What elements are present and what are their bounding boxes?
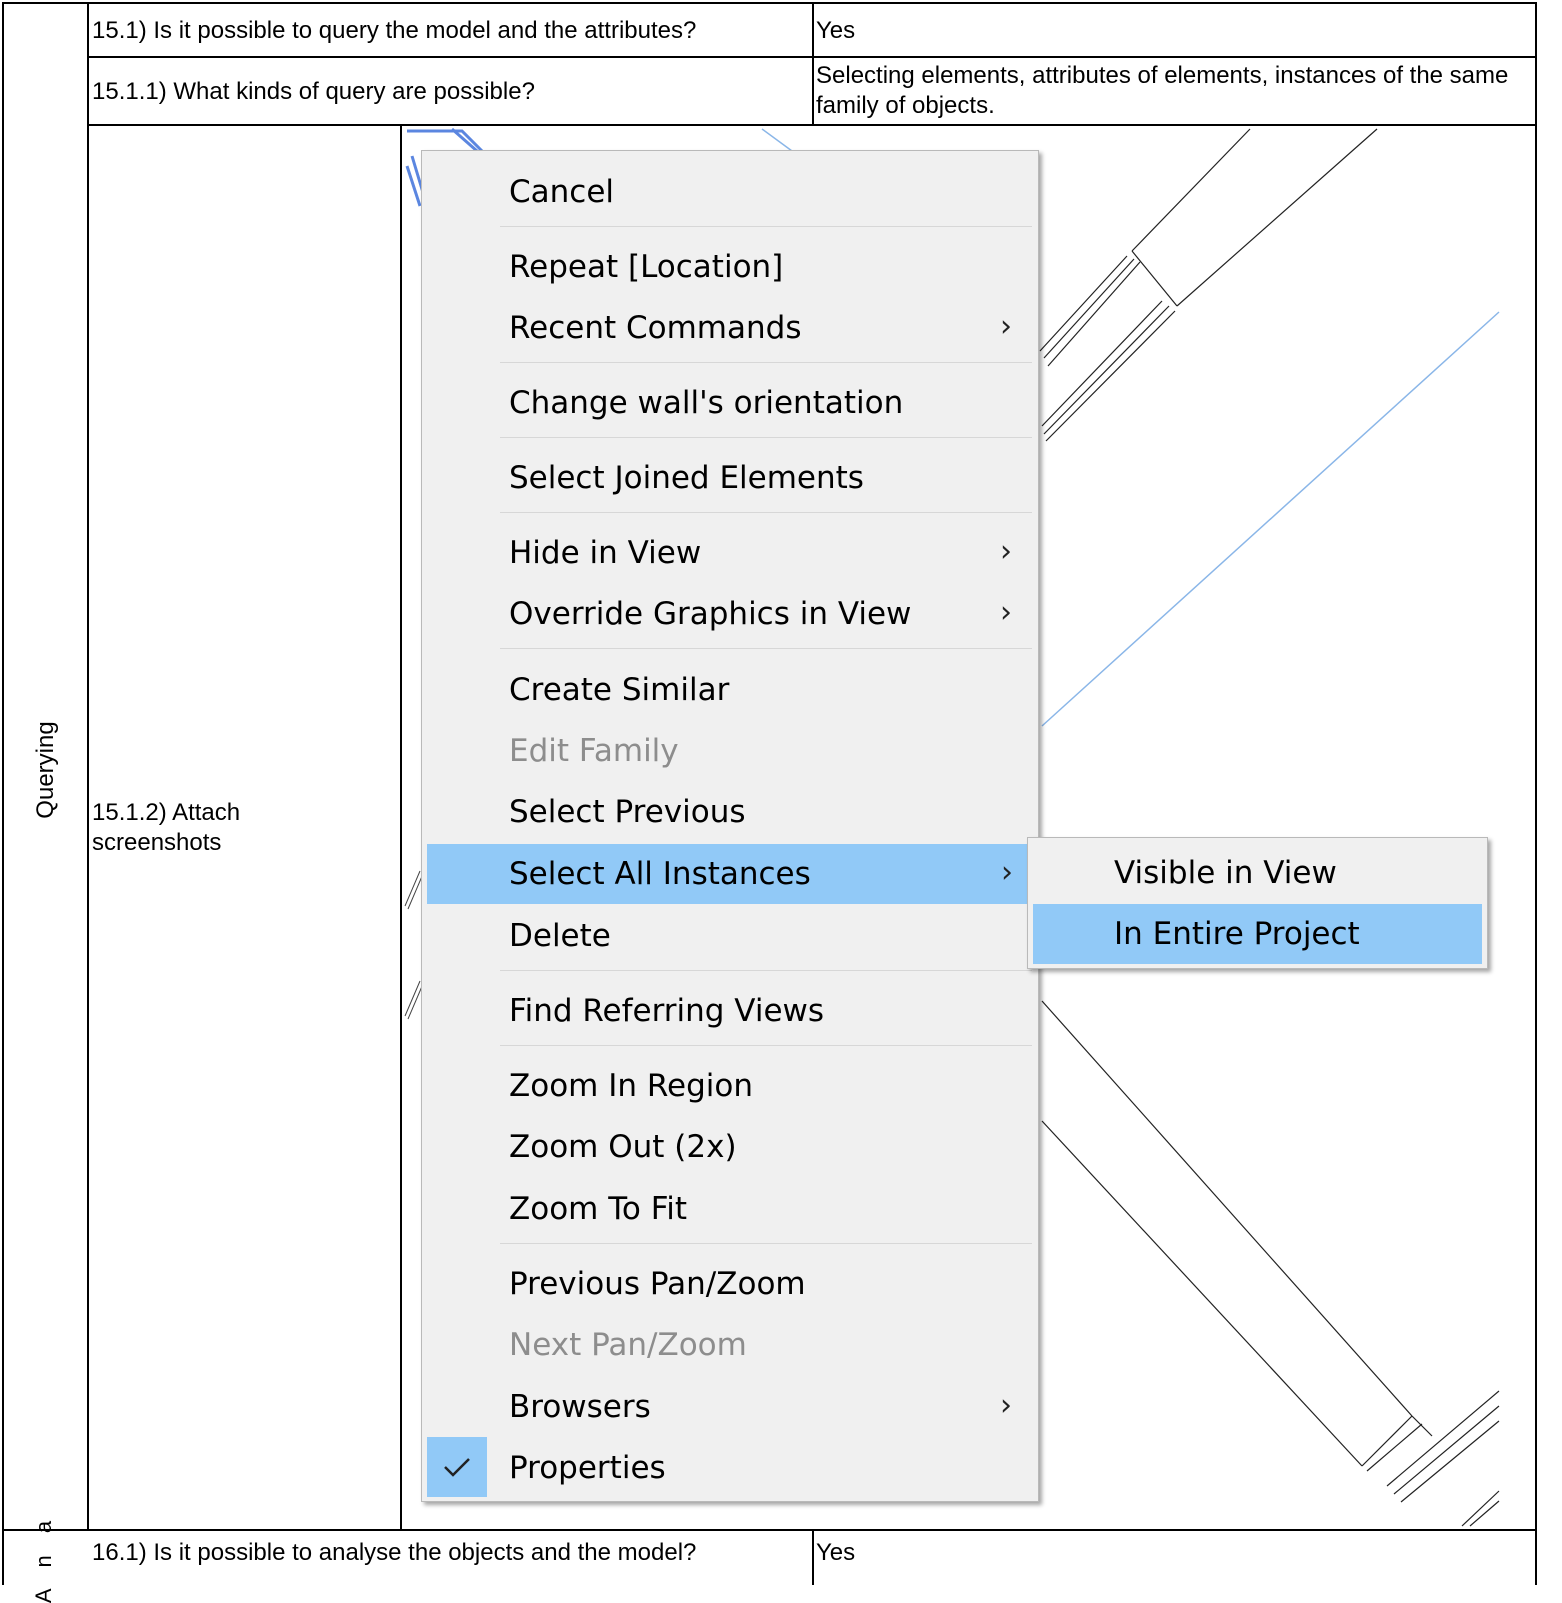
answer-15-1-1: Selecting elements, attributes of elemen…	[816, 62, 1509, 119]
menu-item-zoom-in-region[interactable]: Zoom In Region	[422, 1057, 1034, 1115]
menu-separator	[500, 226, 1032, 227]
chevron-right-icon: ›	[1000, 534, 1012, 569]
menu-item-browsers[interactable]: Browsers ›	[422, 1378, 1034, 1436]
menu-item-zoom-out-2x[interactable]: Zoom Out (2x)	[422, 1118, 1034, 1176]
menu-item-hide-in-view[interactable]: Hide in View ›	[422, 524, 1034, 582]
menu-item-label: Repeat [Location]	[509, 249, 784, 285]
column-divider-1	[87, 2, 89, 1530]
menu-separator	[500, 512, 1032, 513]
menu-item-previous-pan-zoom[interactable]: Previous Pan/Zoom	[422, 1255, 1034, 1313]
menu-item-change-wall-orientation[interactable]: Change wall's orientation	[422, 374, 1034, 432]
submenu-item-in-entire-project[interactable]: In Entire Project	[1033, 904, 1482, 964]
menu-item-recent-commands[interactable]: Recent Commands ›	[422, 299, 1034, 357]
menu-item-label: Select Joined Elements	[509, 460, 864, 496]
menu-separator	[500, 437, 1032, 438]
menu-item-repeat-location[interactable]: Repeat [Location]	[422, 238, 1034, 296]
answer-15-1: Yes	[816, 17, 856, 44]
menu-item-label: Delete	[509, 918, 611, 954]
context-menu: Cancel Repeat [Location] Recent Commands…	[421, 150, 1039, 1502]
menu-item-label: Find Referring Views	[509, 993, 825, 1029]
grid-line-blue-diagonal	[1041, 311, 1500, 727]
menu-item-label: Properties	[509, 1450, 666, 1486]
menu-separator	[500, 1045, 1032, 1046]
question-15-1-1: 15.1.1) What kinds of query are possible…	[92, 78, 535, 105]
menu-item-label: Zoom Out (2x)	[509, 1129, 737, 1165]
menu-item-properties[interactable]: Properties	[422, 1439, 1034, 1497]
section-label-querying: Querying	[32, 721, 59, 819]
column-divider-2b	[812, 1529, 814, 1585]
chevron-right-icon: ›	[1001, 855, 1013, 890]
submenu-item-label: In Entire Project	[1114, 916, 1360, 952]
table-border-left	[2, 2, 4, 1585]
question-15-1-2: 15.1.2) Attach screenshots	[92, 799, 241, 856]
menu-item-create-similar[interactable]: Create Similar	[422, 661, 1034, 719]
question-15-1: 15.1) Is it possible to query the model …	[92, 17, 697, 44]
row-divider-3	[2, 1529, 1537, 1531]
menu-item-label: Previous Pan/Zoom	[509, 1266, 806, 1302]
menu-item-cancel[interactable]: Cancel	[422, 163, 1034, 221]
menu-item-label: Override Graphics in View	[509, 596, 912, 632]
menu-item-select-all-instances[interactable]: Select All Instances ›	[427, 844, 1031, 904]
menu-item-override-graphics-in-view[interactable]: Override Graphics in View ›	[422, 585, 1034, 643]
answer-16-1: Yes	[816, 1539, 856, 1566]
menu-separator	[500, 362, 1032, 363]
menu-item-label: Zoom In Region	[509, 1068, 753, 1104]
chevron-right-icon: ›	[1000, 309, 1012, 344]
menu-item-label: Select All Instances	[509, 856, 811, 892]
menu-item-label: Edit Family	[509, 733, 679, 769]
menu-separator	[500, 970, 1032, 971]
question-16-1: 16.1) Is it possible to analyse the obje…	[92, 1539, 697, 1566]
menu-item-select-previous[interactable]: Select Previous	[422, 783, 1034, 841]
menu-item-delete[interactable]: Delete	[422, 907, 1034, 965]
submenu-select-all-instances: Visible in View In Entire Project	[1027, 837, 1488, 969]
menu-item-label: Cancel	[509, 174, 615, 210]
submenu-item-visible-in-view[interactable]: Visible in View	[1033, 843, 1482, 903]
menu-item-edit-family: Edit Family	[422, 722, 1034, 780]
table-border-right	[1535, 2, 1537, 1585]
upper-wall-lines	[1039, 128, 1378, 442]
menu-item-find-referring-views[interactable]: Find Referring Views	[422, 982, 1034, 1040]
chevron-right-icon: ›	[1000, 595, 1012, 630]
menu-item-label: Next Pan/Zoom	[509, 1327, 747, 1363]
menu-item-label: Create Similar	[509, 672, 730, 708]
menu-item-label: Browsers	[509, 1389, 651, 1425]
menu-item-next-pan-zoom: Next Pan/Zoom	[422, 1316, 1034, 1374]
section-label-analysis: A n a	[31, 1512, 56, 1603]
menu-item-select-joined-elements[interactable]: Select Joined Elements	[422, 449, 1034, 507]
grid-line-blue-top	[761, 128, 793, 152]
menu-item-label: Select Previous	[509, 794, 746, 830]
menu-separator	[500, 1243, 1032, 1244]
menu-item-zoom-to-fit[interactable]: Zoom To Fit	[422, 1180, 1034, 1238]
menu-item-label: Recent Commands	[509, 310, 802, 346]
menu-separator	[500, 648, 1032, 649]
menu-item-label: Change wall's orientation	[509, 385, 904, 421]
menu-item-label: Zoom To Fit	[509, 1191, 688, 1227]
column-divider-2	[812, 2, 814, 126]
lower-wall-lines	[1041, 1000, 1500, 1527]
chevron-right-icon: ›	[1000, 1388, 1012, 1423]
table-border-top	[2, 2, 1537, 4]
submenu-item-label: Visible in View	[1114, 855, 1337, 891]
menu-item-label: Hide in View	[509, 535, 702, 571]
